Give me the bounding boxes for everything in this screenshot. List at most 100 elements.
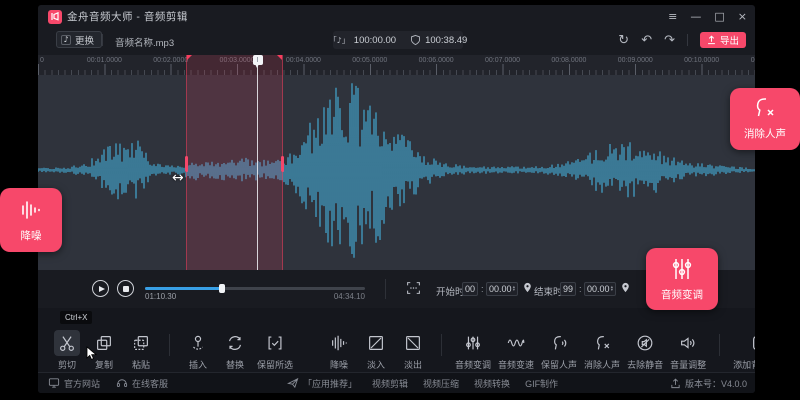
version-info[interactable]: 版本号：V4.0.0 [670, 377, 747, 390]
fade-out-icon [403, 333, 423, 353]
online-service-link[interactable]: 在线客服 [116, 377, 168, 390]
end-pin-icon[interactable] [620, 281, 631, 294]
tool-add-bgm[interactable]: 添加背景音乐 [733, 330, 755, 371]
progress-bar[interactable] [145, 287, 365, 290]
time-display-box: 「♪」 100:00.00 100:38.49 [333, 31, 463, 49]
tool-label: 淡入 [367, 358, 385, 371]
start-stepper[interactable]: ▴▾ [513, 286, 515, 293]
upload-icon [707, 35, 716, 45]
tool-label: 音频变速 [498, 358, 534, 371]
status-bar: 官方网站 在线客服 「应用推荐」 视频剪辑 视频压缩 视频转换 GIF制作 [38, 372, 755, 393]
minimize-icon[interactable]: — [690, 11, 701, 22]
menu-icon[interactable]: ≡ [668, 11, 677, 22]
floating-pitch-button[interactable]: 音频变调 [646, 248, 718, 310]
tool-replace[interactable]: 替换 [220, 330, 250, 371]
divider [169, 334, 170, 356]
divider [441, 334, 442, 356]
fade-in-icon [366, 333, 386, 353]
start-seconds-input[interactable]: 00.00 ▴▾ [486, 282, 518, 296]
tool-noise-reduction[interactable]: 降噪 [324, 330, 354, 371]
progress-thumb[interactable] [219, 284, 225, 293]
timeline-ruler[interactable]: 0 00:01.0000 00:02.0000 00:03.0000 00:04… [38, 55, 755, 75]
tool-paste[interactable]: 粘贴 [126, 330, 156, 371]
pitch-sliders-icon [669, 256, 695, 282]
ruler-tick-label: 00:10.0000 [684, 57, 719, 64]
tool-cut[interactable]: 剪切 [52, 330, 82, 371]
elapsed-value: 100:38.49 [425, 35, 467, 46]
tool-label: 消除人声 [584, 358, 620, 371]
waveform-area[interactable]: ↔ [38, 75, 755, 270]
link-video-compress[interactable]: 视频压缩 [423, 377, 459, 390]
end-seconds-input[interactable]: 00.00 ▴▾ [584, 282, 616, 296]
ruler-tick-marks [38, 64, 755, 75]
waveform-path [38, 83, 754, 257]
tool-remove-vocal[interactable]: 消除人声 [584, 330, 620, 371]
official-site-label: 官方网站 [64, 377, 100, 390]
floating-noise-label: 降噪 [21, 228, 42, 243]
tool-keep-vocal[interactable]: 保留人声 [541, 330, 577, 371]
ruler-tick-label: 00:08.0000 [551, 57, 586, 64]
tool-pitch[interactable]: 音频变调 [455, 330, 491, 371]
copy-icon [94, 333, 114, 353]
refresh-icon[interactable]: ↻ [618, 34, 629, 47]
link-video-convert[interactable]: 视频转换 [474, 377, 510, 390]
duration-icon: 「♪」 [329, 35, 350, 46]
replace-audio-button[interactable]: ♪ 更换 [56, 31, 102, 48]
close-icon[interactable]: × [738, 11, 747, 22]
maximize-icon[interactable]: □ [714, 11, 724, 22]
link-video-edit[interactable]: 视频剪辑 [372, 377, 408, 390]
undo-icon[interactable]: ↶ [641, 34, 652, 47]
official-site-link[interactable]: 官方网站 [48, 377, 100, 390]
remove-vocal-icon [750, 97, 780, 121]
ruler-tick-label: 00:05.0000 [352, 57, 387, 64]
paste-icon [131, 333, 151, 353]
resize-cursor-icon: ↔ [172, 170, 184, 186]
ruler-tick-label: 0 [40, 57, 44, 64]
tool-keep-selected[interactable]: 保留所选 [257, 330, 293, 371]
start-pin-icon[interactable] [522, 281, 533, 294]
noise-bars-icon [18, 197, 44, 223]
colon: : [481, 284, 484, 294]
redo-icon[interactable]: ↷ [664, 34, 675, 47]
window-title: 金舟音频大师 - 音频剪辑 [67, 9, 188, 24]
tool-label: 保留人声 [541, 358, 577, 371]
end-stepper[interactable]: ▴▾ [611, 286, 613, 293]
selection-right-handle[interactable] [281, 156, 284, 172]
floating-noise-reduction-button[interactable]: 降噪 [0, 188, 62, 252]
tool-fade-in[interactable]: 淡入 [361, 330, 391, 371]
total-time: 04:34.10 [285, 292, 365, 301]
link-gif-maker[interactable]: GIF制作 [525, 377, 558, 390]
tool-volume[interactable]: 音量调整 [670, 330, 706, 371]
export-button[interactable]: 导出 [700, 32, 746, 48]
online-service-label: 在线客服 [132, 377, 168, 390]
tool-remove-silence[interactable]: 去除静音 [627, 330, 663, 371]
tool-label: 插入 [189, 358, 207, 371]
cut-tooltip: Ctrl+X [60, 311, 92, 324]
tool-insert[interactable]: 插入 [183, 330, 213, 371]
tool-fade-out[interactable]: 淡出 [398, 330, 428, 371]
end-minutes-input[interactable]: 99 [560, 282, 576, 296]
waveform-svg [38, 75, 755, 270]
stop-button[interactable] [117, 280, 134, 297]
remove-vocal-icon [592, 333, 612, 353]
playhead-pin-icon[interactable] [253, 55, 263, 65]
colon: : [579, 284, 582, 294]
floating-remove-vocal-button[interactable]: 消除人声 [730, 88, 800, 150]
selection-left-handle[interactable] [185, 156, 188, 172]
start-minutes-input[interactable]: 00 [462, 282, 478, 296]
ruler-tick-label: 00:04.0000 [286, 57, 321, 64]
tool-label: 降噪 [330, 358, 348, 371]
tool-label: 复制 [95, 358, 113, 371]
tool-label: 替换 [226, 358, 244, 371]
music-note-icon: ♪ [61, 35, 71, 45]
playhead[interactable] [257, 62, 258, 270]
app-recommend-link[interactable]: 「应用推荐」 [287, 377, 357, 390]
replace-label: 更换 [75, 33, 94, 47]
floating-pitch-label: 音频变调 [661, 287, 703, 302]
ruler-tick-label: 00:02.0000 [153, 57, 188, 64]
play-button[interactable] [92, 280, 109, 297]
volume-icon [678, 333, 698, 353]
tool-speed[interactable]: 音频变速 [498, 330, 534, 371]
tool-label: 音量调整 [670, 358, 706, 371]
selection-region[interactable] [186, 55, 283, 270]
